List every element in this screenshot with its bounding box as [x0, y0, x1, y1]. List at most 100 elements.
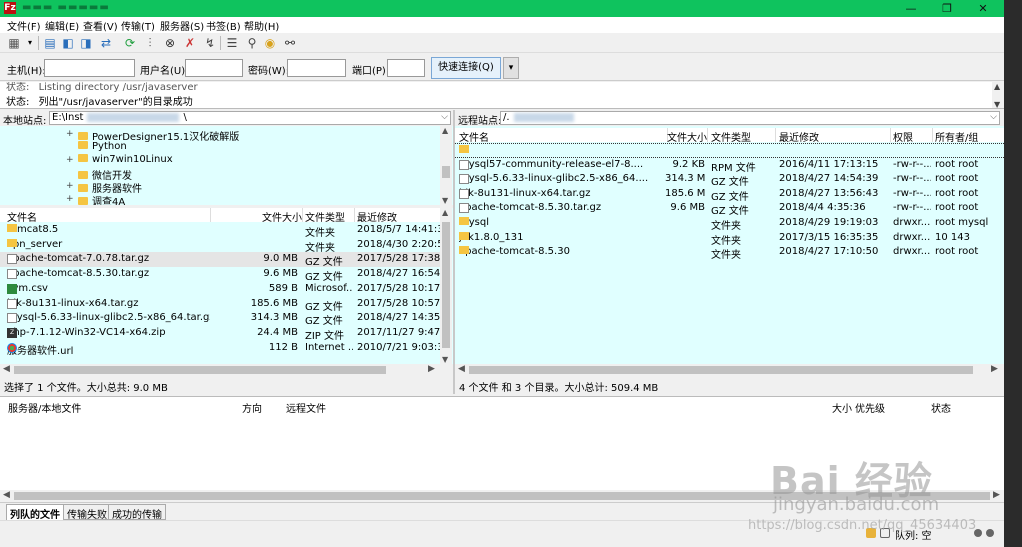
queue-column-status[interactable]: 状态	[931, 400, 951, 415]
port-input[interactable]	[387, 59, 425, 77]
column-divider[interactable]	[932, 128, 933, 142]
queue-column-remote[interactable]: 远程文件	[286, 400, 326, 415]
file-row[interactable]: apache-tomcat-8.5.30 文件夹 2018/4/27 17:10:5…	[455, 245, 1004, 260]
toggle-local-tree-icon[interactable]: ◧	[60, 35, 76, 51]
file-row[interactable]: 服务器软件.url 112 B Internet ... 2010/7/21 9:03…	[0, 341, 440, 356]
menu-view[interactable]: 查看(V)	[83, 18, 118, 33]
quickconnect-button[interactable]: 快速连接(Q)	[431, 57, 501, 79]
local-list-scrollbar[interactable]: ▲ ▼	[440, 208, 452, 364]
queue-column-server-local[interactable]: 服务器/本地文件	[8, 400, 81, 415]
file-row[interactable]: mysql-5.6.33-linux-glibc2.5-x86_64.... 31…	[455, 172, 1004, 187]
file-row[interactable]: mysql-5.6.33-linux-glibc2.5-x86_64.tar.g…	[0, 311, 440, 326]
scroll-thumb[interactable]	[442, 166, 450, 178]
menu-server[interactable]: 服务器(S)	[160, 18, 204, 33]
scroll-up-icon[interactable]: ▲	[442, 126, 448, 135]
tab-failed-transfers[interactable]: 传输失败	[63, 504, 111, 521]
file-row[interactable]: mysql57-community-release-el7-8.... 9.2 K…	[455, 158, 1004, 173]
column-header-owner[interactable]: 所有者/组	[935, 129, 978, 144]
column-header-size[interactable]: 文件大小	[667, 129, 707, 144]
menu-file[interactable]: 文件(F)	[7, 18, 41, 33]
close-icon[interactable]: ✕	[968, 0, 998, 17]
tree-node[interactable]: 调查4A	[78, 193, 125, 205]
site-manager-icon[interactable]: ▦	[6, 35, 22, 51]
scroll-left-icon[interactable]: ◀	[458, 364, 465, 374]
synchronized-browsing-icon[interactable]: ⚲	[244, 35, 260, 51]
menu-help[interactable]: 帮助(H)	[244, 18, 279, 33]
column-header-filename[interactable]: 文件名	[7, 209, 37, 224]
scroll-right-icon[interactable]: ▶	[428, 364, 435, 374]
tree-node[interactable]: win7win10Linux	[78, 154, 173, 165]
menu-edit[interactable]: 编辑(E)	[45, 18, 79, 33]
site-manager-dropdown-icon[interactable]: ▾	[22, 35, 38, 51]
file-row[interactable]: jdk1.8.0_131 文件夹 2017/3/15 16:35:35 drwxr..…	[455, 231, 1004, 246]
cancel-icon[interactable]: ⊗	[162, 35, 178, 51]
file-row[interactable]: apache-tomcat-7.0.78.tar.gz 9.0 MB GZ 文件 20…	[0, 252, 440, 268]
tab-queued-files[interactable]: 列队的文件	[6, 504, 64, 521]
column-header-modified[interactable]: 最近修改	[779, 129, 819, 144]
toggle-queue-icon[interactable]: ⇄	[98, 35, 114, 51]
tree-expander[interactable]: +	[66, 181, 74, 191]
menu-transfer[interactable]: 传输(T)	[121, 18, 155, 33]
column-header-size[interactable]: 文件大小	[262, 209, 302, 224]
column-divider[interactable]	[775, 128, 776, 142]
file-row[interactable]: tomcat8.5 文件夹 2018/5/7 14:41:32	[0, 223, 440, 238]
column-divider[interactable]	[210, 208, 211, 222]
scroll-right-icon[interactable]: ▶	[993, 490, 1000, 500]
chevron-down-icon[interactable]: ⌵	[441, 112, 448, 122]
remote-list-hscrollbar[interactable]: ◀ ▶	[455, 364, 1004, 376]
file-row[interactable]: mysql 文件夹 2018/4/29 19:19:03 drwxr... root m…	[455, 216, 1004, 231]
column-divider[interactable]	[890, 128, 891, 142]
file-row[interactable]: cvm.csv 589 B Microsof... 2017/5/28 10:17:2	[0, 282, 440, 297]
column-header-permissions[interactable]: 权限	[893, 129, 913, 144]
tree-expander[interactable]: +	[66, 129, 74, 139]
file-row[interactable]: Zphp-7.1.12-Win32-VC14-x64.zip 24.4 MB ZIP…	[0, 326, 440, 341]
tree-expander[interactable]: +	[66, 155, 74, 165]
remote-path-input[interactable]: /. ⌵	[500, 111, 1000, 125]
log-scrollbar[interactable]: ▲ ▼	[992, 82, 1004, 108]
column-divider[interactable]	[707, 128, 708, 142]
local-path-input[interactable]: E:\Inst \ ⌵	[49, 111, 451, 125]
scroll-left-icon[interactable]: ◀	[3, 490, 10, 500]
queue-column-priority[interactable]: 优先级	[855, 400, 885, 415]
column-header-type[interactable]: 文件类型	[305, 209, 345, 224]
scroll-up-icon[interactable]: ▲	[994, 82, 1000, 91]
column-divider[interactable]	[354, 208, 355, 222]
scroll-left-icon[interactable]: ◀	[3, 364, 10, 374]
scroll-down-icon[interactable]: ▼	[442, 355, 448, 364]
reconnect-icon[interactable]: ↯	[202, 35, 218, 51]
disconnect-icon[interactable]: ✗	[182, 35, 198, 51]
scroll-thumb[interactable]	[442, 222, 450, 348]
column-divider[interactable]	[302, 208, 303, 222]
local-tree-scrollbar[interactable]: ▲ ▼	[440, 126, 452, 205]
file-row[interactable]: vpn_server 文件夹 2018/4/30 2:20:59	[0, 238, 440, 253]
scroll-down-icon[interactable]: ▼	[442, 196, 448, 205]
refresh-icon[interactable]: ⟳	[122, 35, 138, 51]
file-row[interactable]: apache-tomcat-8.5.30.tar.gz 9.6 MB GZ 文件 20…	[0, 267, 440, 282]
scroll-right-icon[interactable]: ▶	[991, 364, 998, 374]
process-queue-icon[interactable]: ⫶	[142, 35, 158, 51]
queue-column-size[interactable]: 大小	[832, 400, 852, 415]
column-header-type[interactable]: 文件类型	[711, 129, 751, 144]
scroll-thumb[interactable]	[469, 366, 973, 374]
toggle-remote-tree-icon[interactable]: ◨	[78, 35, 94, 51]
quickconnect-history-dropdown[interactable]: ▾	[503, 57, 519, 79]
toggle-log-icon[interactable]: ▤	[42, 35, 58, 51]
host-input[interactable]	[44, 59, 135, 77]
search-binoculars-icon[interactable]: ⚯	[282, 35, 298, 51]
compare-directories-icon[interactable]: ◉	[262, 35, 278, 51]
tree-node[interactable]: Python	[78, 141, 127, 152]
file-row[interactable]: jdk-8u131-linux-x64.tar.gz 185.6 MB GZ 文件 2…	[0, 297, 440, 312]
maximize-icon[interactable]: ❐	[932, 0, 962, 17]
scroll-down-icon[interactable]: ▼	[994, 100, 1000, 108]
chevron-down-icon[interactable]: ⌵	[990, 112, 997, 122]
tab-successful-transfers[interactable]: 成功的传输	[108, 504, 166, 521]
file-row[interactable]: jdk-8u131-linux-x64.tar.gz 185.6 MB GZ 文件 2…	[455, 187, 1004, 202]
menu-bookmarks[interactable]: 书签(B)	[206, 18, 241, 33]
username-input[interactable]	[185, 59, 243, 77]
scroll-thumb[interactable]	[14, 366, 386, 374]
local-list-hscrollbar[interactable]: ◀ ▶	[0, 364, 453, 376]
minimize-icon[interactable]: —	[896, 0, 926, 17]
file-row[interactable]: apache-tomcat-8.5.30.tar.gz 9.6 MB GZ 文件 20…	[455, 201, 1004, 216]
file-row[interactable]: ..	[455, 143, 1004, 158]
queue-column-direction[interactable]: 方向	[242, 400, 262, 415]
